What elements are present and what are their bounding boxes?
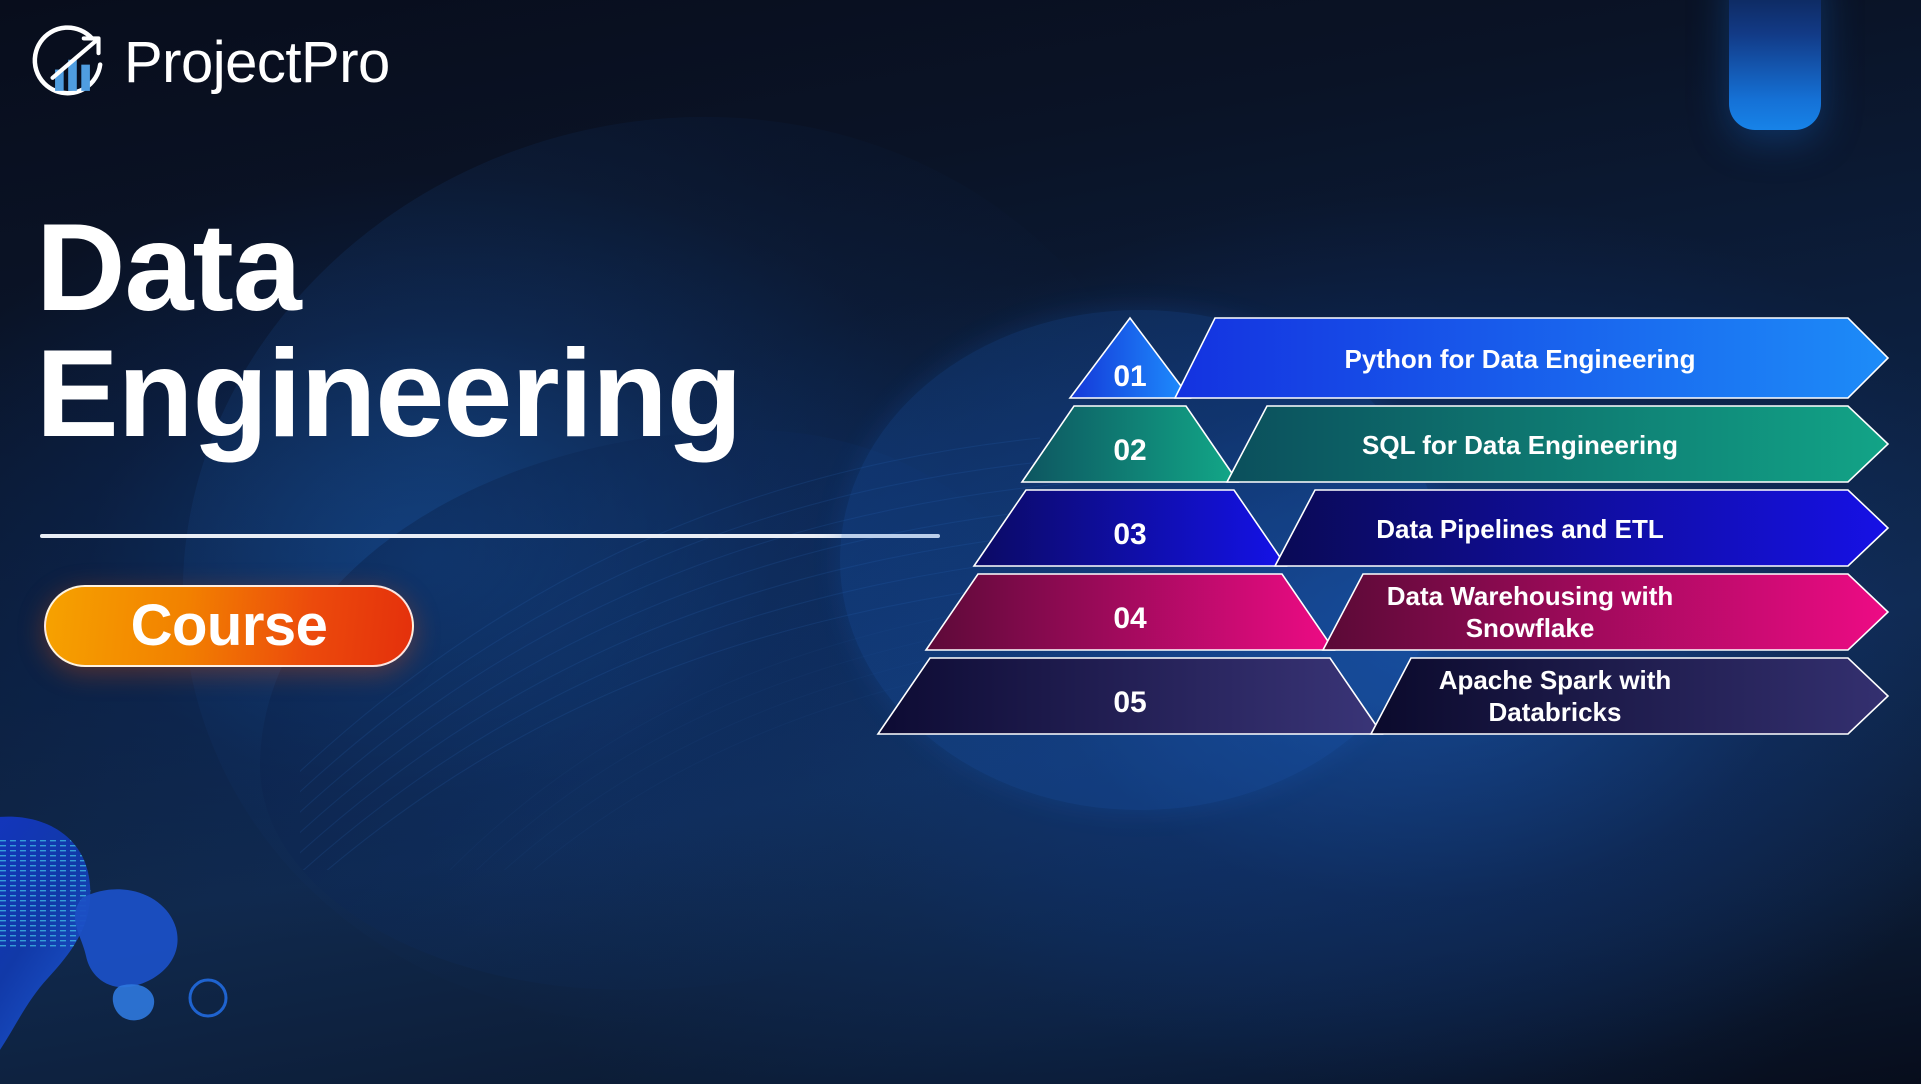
poster-canvas: ProjectPro Data Engineering Course 01 02…: [0, 0, 1921, 1084]
chart-growth-circle-icon: [28, 22, 110, 104]
pyramid-tier-05[interactable]: 05: [876, 657, 1384, 735]
decorative-blob: [0, 790, 270, 1084]
course-banner-02[interactable]: SQL for Data Engineering: [1225, 405, 1890, 483]
course-banner-01[interactable]: Python for Data Engineering: [1173, 317, 1890, 399]
course-badge: Course: [44, 585, 414, 667]
course-banner-05[interactable]: Apache Spark with Databricks: [1369, 657, 1890, 735]
title-divider: [40, 534, 940, 538]
course-banner-03-label: Data Pipelines and ETL: [1376, 514, 1664, 544]
pyramid-tier-05-number: 05: [1113, 686, 1146, 719]
course-banner-02-label: SQL for Data Engineering: [1362, 430, 1678, 460]
course-banner-01-label: Python for Data Engineering: [1344, 344, 1695, 374]
brand-name: ProjectPro: [124, 30, 390, 95]
pyramid-tier-02-number: 02: [1113, 434, 1146, 467]
course-pyramid-diagram: 01 02 03 04 05 Python for Data Engineeri…: [840, 310, 1910, 810]
pyramid-tier-03[interactable]: 03: [972, 489, 1288, 567]
course-banner-05-label-line1: Apache Spark with: [1439, 665, 1672, 695]
pyramid-tier-04-number: 04: [1113, 602, 1147, 635]
corner-accent-bar: [1729, 0, 1821, 130]
course-banner-05-label-line2: Databricks: [1489, 697, 1622, 727]
course-banner-04-label-line2: Snowflake: [1466, 613, 1595, 643]
course-banner-03[interactable]: Data Pipelines and ETL: [1273, 489, 1890, 567]
pyramid-tier-04[interactable]: 04: [924, 573, 1336, 651]
course-badge-label: Course: [130, 593, 328, 658]
pyramid-tier-03-number: 03: [1113, 518, 1146, 551]
course-banner-04[interactable]: Data Warehousing with Snowflake: [1321, 573, 1890, 651]
brand-logo: ProjectPro: [28, 22, 390, 104]
course-banner-04-label-line1: Data Warehousing with: [1387, 581, 1674, 611]
pyramid-tier-01-number: 01: [1113, 360, 1146, 393]
